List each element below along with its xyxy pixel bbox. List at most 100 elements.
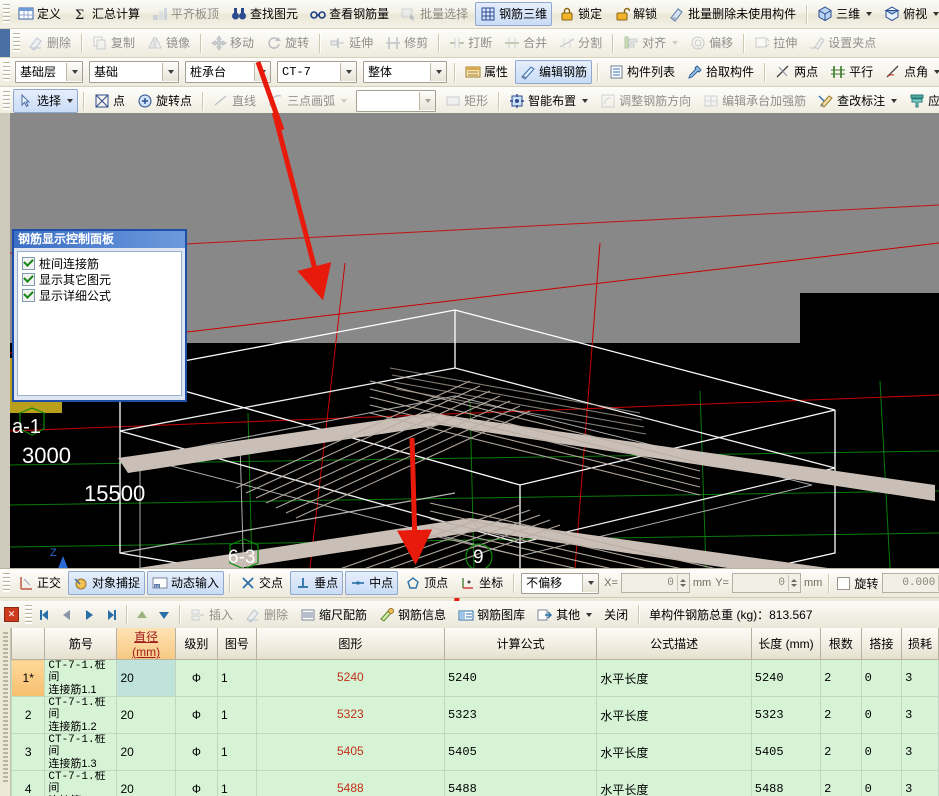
panel-close-button[interactable]: 关闭 (599, 603, 633, 627)
snap-toggle-object-snap[interactable]: 对象捕捉 (68, 571, 146, 595)
toolbar-edit-rotate[interactable]: 旋转 (261, 31, 314, 55)
cell-grade[interactable]: Ф (174, 733, 219, 771)
cell-grade[interactable]: Ф (174, 770, 219, 796)
cell-diameter[interactable]: 20 (116, 770, 176, 796)
x-coordinate-input[interactable]: 0 (620, 573, 690, 593)
chevron-down-icon[interactable] (341, 99, 348, 103)
toolbar-edit-grip-point[interactable]: 设置夹点 (804, 31, 881, 55)
toolbar-edit-extend[interactable]: 延伸 (325, 31, 378, 55)
cell-lap[interactable]: 0 (860, 770, 903, 796)
combo-display-mode-arrow[interactable] (430, 63, 446, 81)
chevron-down-icon[interactable] (866, 12, 873, 16)
toolbar-draw-point[interactable]: 点 (89, 89, 130, 113)
checkbox-show-detailed-formula[interactable] (22, 288, 35, 302)
combo-category[interactable]: 基础 (89, 61, 179, 83)
snap-mode-coordinate-snap[interactable]: 坐标 (455, 571, 508, 595)
toolbar-comp-two-point[interactable]: 两点 (770, 60, 823, 84)
cell-lap[interactable]: 0 (860, 696, 903, 734)
cell-diameter[interactable]: 20 (116, 733, 176, 771)
toolbar-edit-move[interactable]: 移动 (206, 31, 259, 55)
toolbar-main-binoculars[interactable]: 查找图元 (226, 2, 303, 26)
toolbar-main-sigma[interactable]: Σ 汇总计算 (68, 2, 145, 26)
toolbar-edit-trim[interactable]: 修剪 (380, 31, 433, 55)
cell-loss[interactable]: 3 (901, 770, 939, 796)
cell-lap[interactable]: 0 (860, 733, 903, 771)
cell-tuhao[interactable]: 1 (217, 770, 257, 796)
toolbar-main-cube[interactable]: 三维 (812, 2, 877, 26)
snap-mode-intersection-snap[interactable]: 交点 (235, 571, 288, 595)
chevron-down-icon[interactable] (586, 612, 593, 617)
nav-prev-button[interactable] (56, 605, 78, 625)
rebar-display-control-panel[interactable]: 钢筋显示控制面板 桩间连接筋 显示其它图元 显示详细公式 (12, 229, 187, 402)
combo-component[interactable]: CT-7 (277, 61, 357, 83)
rotate-input[interactable]: 0.000 (882, 573, 939, 593)
combo-display-mode[interactable]: 整体 (363, 61, 447, 83)
checkbox-row-show-other-elements[interactable]: 显示其它图元 (22, 271, 181, 287)
combo-element-type[interactable]: 桩承台 (185, 61, 271, 83)
cell-formula-desc[interactable]: 水平长度 (596, 659, 752, 697)
panel-rebar-info-button[interactable]: 钢筋信息 (374, 603, 451, 627)
combo-category-arrow[interactable] (162, 63, 178, 81)
toolbar-draw-rotate-point[interactable]: 旋转点 (132, 89, 197, 113)
toolbar-draw-edit-annotation[interactable]: 查改标注 (813, 89, 902, 113)
toolbar-draw-edit-cap-rebar[interactable]: 编辑承台加强筋 (698, 89, 811, 113)
toolbar-comp-parallel[interactable]: 平行 (825, 60, 878, 84)
cell-tuhao[interactable]: 1 (217, 659, 257, 697)
toolbar-edit-copy[interactable]: 复制 (87, 31, 140, 55)
toolbar-edit-align[interactable]: 对齐 (618, 31, 683, 55)
table-row[interactable]: 1* CT-7-1.桩间 连接筋1.1 20 Ф 1 5240 5240 水平长度 5240 2 0 3 (10, 659, 939, 697)
toolbar-draw-rectangle[interactable]: 矩形 (440, 89, 493, 113)
snap-mode-perpendicular-snap[interactable]: 垂点 (290, 571, 344, 595)
panel-other-button[interactable]: 其他 (532, 603, 597, 627)
cell-formula-desc[interactable]: 水平长度 (596, 696, 752, 734)
cell-jinhao[interactable]: CT-7-1.桩间 连接筋1.3 (44, 733, 118, 771)
toolbar-comp-eyedropper[interactable]: 拾取构件 (682, 60, 759, 84)
column-header-length[interactable]: 长度 (mm) (750, 628, 822, 660)
toolbar-draw-cursor-select[interactable]: 选择 (13, 89, 79, 113)
combo-floor[interactable]: 基础层 (15, 61, 83, 83)
cell-loss[interactable]: 3 (901, 696, 939, 734)
panel-rebar-library-button[interactable]: 钢筋图库 (453, 603, 530, 627)
checkbox-pile-connection-rebar[interactable] (22, 256, 35, 270)
toolbar-main-eraser[interactable]: 批量删除未使用构件 (664, 2, 801, 26)
cell-loss[interactable]: 3 (901, 659, 939, 697)
row-number-cell[interactable]: 3 (10, 733, 46, 771)
checkbox-show-other-elements[interactable] (22, 272, 35, 286)
toolbar-edit-mirror[interactable]: 镜像 (142, 31, 195, 55)
column-header-formula_desc[interactable]: 公式描述 (596, 628, 752, 660)
cell-jinhao[interactable]: CT-7-1.桩间连接筋1.4 (44, 770, 118, 796)
toolbar-edit-split[interactable]: 分割 (554, 31, 607, 55)
column-header-grade[interactable]: 级别 (174, 628, 219, 660)
snap-mode-vertex-snap[interactable]: 顶点 (400, 571, 453, 595)
table-row[interactable]: 3 CT-7-1.桩间 连接筋1.3 20 Ф 1 5405 5405 水平长度 5405 2 0 3 (10, 733, 939, 771)
cell-formula[interactable]: 5240 (443, 659, 598, 697)
cell-formula[interactable]: 5488 (443, 770, 598, 796)
column-header-formula[interactable]: 计算公式 (443, 628, 598, 660)
toolbar-main-glasses[interactable]: 查看钢筋量 (305, 2, 394, 26)
column-header-rowno[interactable] (10, 628, 46, 660)
chevron-down-icon[interactable] (67, 99, 74, 103)
cell-count[interactable]: 2 (820, 733, 862, 771)
column-header-jinhao[interactable]: 筋号 (44, 628, 118, 660)
table-row[interactable]: 4CT-7-1.桩间连接筋1.420Ф154885488水平长度5488203 (10, 770, 939, 796)
row-number-cell[interactable]: 1* (10, 659, 46, 697)
toolbar-edit-merge[interactable]: 合并 (499, 31, 552, 55)
nav-move-down-button[interactable] (153, 605, 175, 625)
toolbar-comp-point-angle[interactable]: 点角 (880, 60, 939, 84)
x-spinner[interactable] (676, 575, 689, 591)
cell-diameter[interactable]: 20 (116, 659, 176, 697)
cell-jinhao[interactable]: CT-7-1.桩间 连接筋1.1 (44, 659, 118, 697)
cell-shape[interactable]: 5323 (255, 696, 445, 734)
cell-length[interactable]: 5240 (750, 659, 822, 697)
row-number-cell[interactable]: 2 (10, 696, 46, 734)
toolbar-draw-line[interactable]: 直线 (208, 89, 261, 113)
table-row[interactable]: 2 CT-7-1.桩间 连接筋1.2 20 Ф 1 5323 5323 水平长度 5323 2 0 3 (10, 696, 939, 734)
column-header-tuhao[interactable]: 图号 (217, 628, 257, 660)
chevron-down-icon[interactable] (582, 99, 589, 103)
cell-shape[interactable]: 5405 (255, 733, 445, 771)
chevron-down-icon[interactable] (934, 70, 939, 74)
nav-first-button[interactable] (34, 605, 56, 625)
snap-mode-midpoint-snap[interactable]: 中点 (345, 571, 399, 595)
nav-next-button[interactable] (78, 605, 100, 625)
toolbar-comp-edit-rebar[interactable]: 编辑钢筋 (515, 60, 593, 84)
